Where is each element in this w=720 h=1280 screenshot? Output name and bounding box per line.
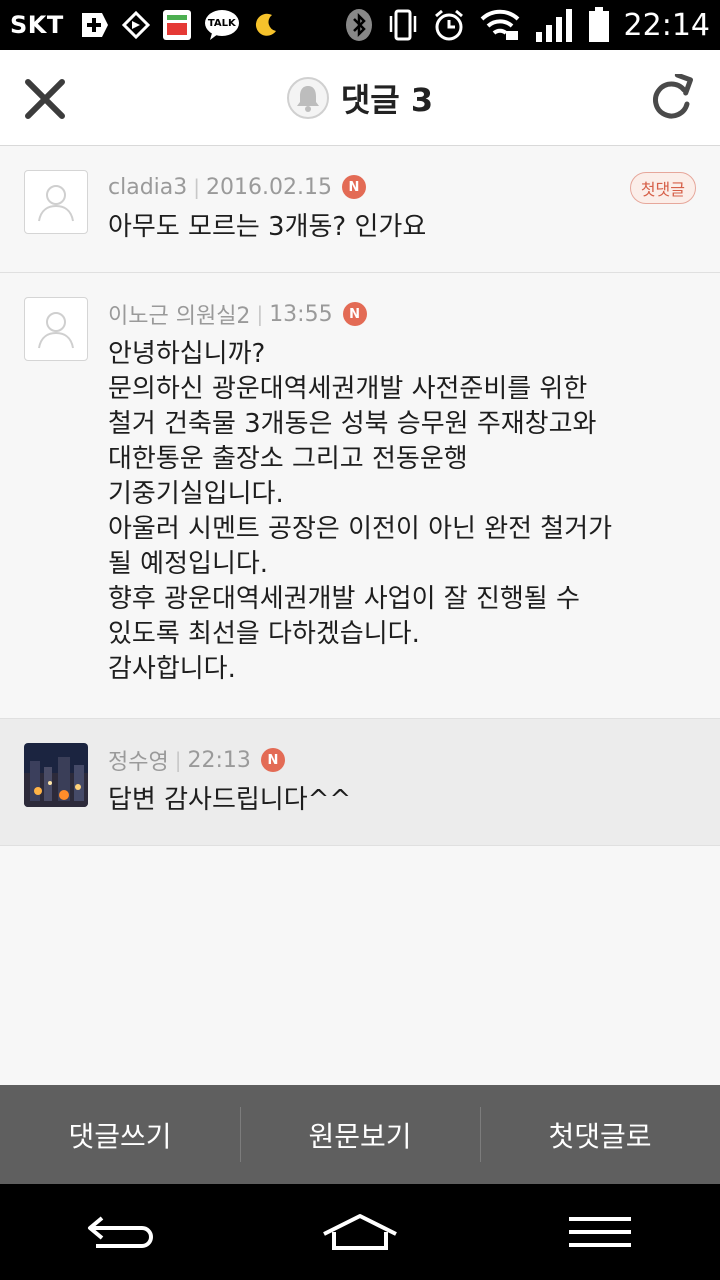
gift-app-icon [162,9,192,41]
comment-author[interactable]: 정수영 [108,744,169,776]
comment-meta: 정수영 | 22:13 N [108,745,696,775]
first-comment-button[interactable]: 첫댓글로 [480,1085,720,1184]
clock: 22:14 [623,7,710,43]
default-avatar-icon [38,312,74,349]
kakaotalk-icon: TALK [204,9,240,41]
back-icon [88,1216,153,1248]
avatar[interactable] [24,170,88,234]
first-comment-badge: 첫댓글 [629,172,696,204]
comment-item[interactable]: 정수영 | 22:13 N 답변 감사드립니다^^ [0,719,720,846]
avatar[interactable] [24,743,88,807]
comment-text: 안녕하십니까? 문의하신 광운대역세권개발 사전준비를 위한 철거 건축물 3개… [108,339,613,684]
status-right: 22:14 [344,7,710,43]
new-badge: N [342,302,367,326]
comment-date: 22:13 [187,747,251,773]
home-icon [323,1214,397,1250]
signal-icon [534,8,574,42]
notification-bell-button[interactable] [286,77,329,119]
vibrate-icon [388,8,418,42]
bell-icon [296,86,319,112]
avatar[interactable] [24,297,88,361]
default-avatar-icon [38,185,74,222]
title-bar: 댓글 3 [0,50,720,146]
comment-author[interactable]: cladia3 [108,175,187,200]
new-badge: N [341,175,366,199]
meta-divider: | [193,175,200,199]
comment-author[interactable]: 이노근 의원실2 [108,298,250,330]
comment-item[interactable]: 이노근 의원실2 | 13:55 N 안녕하십니까? 문의하신 광운대역세권개발… [0,273,720,719]
comment-meta: 이노근 의원실2 | 13:55 N [108,299,696,329]
title-center: 댓글 3 [0,74,720,122]
comment-text: 아무도 모르는 3개동? 인가요 [108,212,427,242]
navigation-icon [121,11,150,39]
home-button[interactable] [300,1192,420,1272]
refresh-button[interactable] [648,72,694,124]
menu-icon [569,1217,631,1247]
page-title: 댓글 3 [340,81,434,119]
comment-list: cladia3 | 2016.02.15 N 첫댓글 아무도 모르는 3개동? … [0,146,720,846]
new-badge: N [260,748,285,772]
medical-cross-icon [76,11,110,39]
back-button[interactable] [60,1192,180,1272]
refresh-icon [653,72,693,119]
moon-icon [252,11,280,39]
comment-date: 13:55 [269,301,333,327]
carrier-label: SKT [10,11,64,39]
city-night-photo-icon [24,743,88,807]
status-bar: SKT TALK 22:14 [0,0,720,50]
comment-date: 2016.02.15 [206,174,332,200]
write-comment-button[interactable]: 댓글쓰기 [0,1085,240,1184]
comment-action-bar: 댓글쓰기 원문보기 첫댓글로 [0,1085,720,1184]
menu-button[interactable] [540,1192,660,1272]
bluetooth-icon [344,8,374,42]
kakaotalk-label: TALK [207,17,236,29]
system-nav-bar [0,1184,720,1280]
alarm-icon [432,8,466,42]
status-left: SKT TALK [10,9,280,41]
wifi-icon [480,9,520,41]
view-original-button[interactable]: 원문보기 [240,1085,480,1184]
battery-icon [588,7,610,43]
comment-text: 답변 감사드립니다^^ [108,785,352,815]
comment-item[interactable]: cladia3 | 2016.02.15 N 첫댓글 아무도 모르는 3개동? … [0,146,720,273]
meta-divider: | [256,302,264,326]
comment-meta: cladia3 | 2016.02.15 N [108,172,696,202]
meta-divider: | [174,748,182,772]
